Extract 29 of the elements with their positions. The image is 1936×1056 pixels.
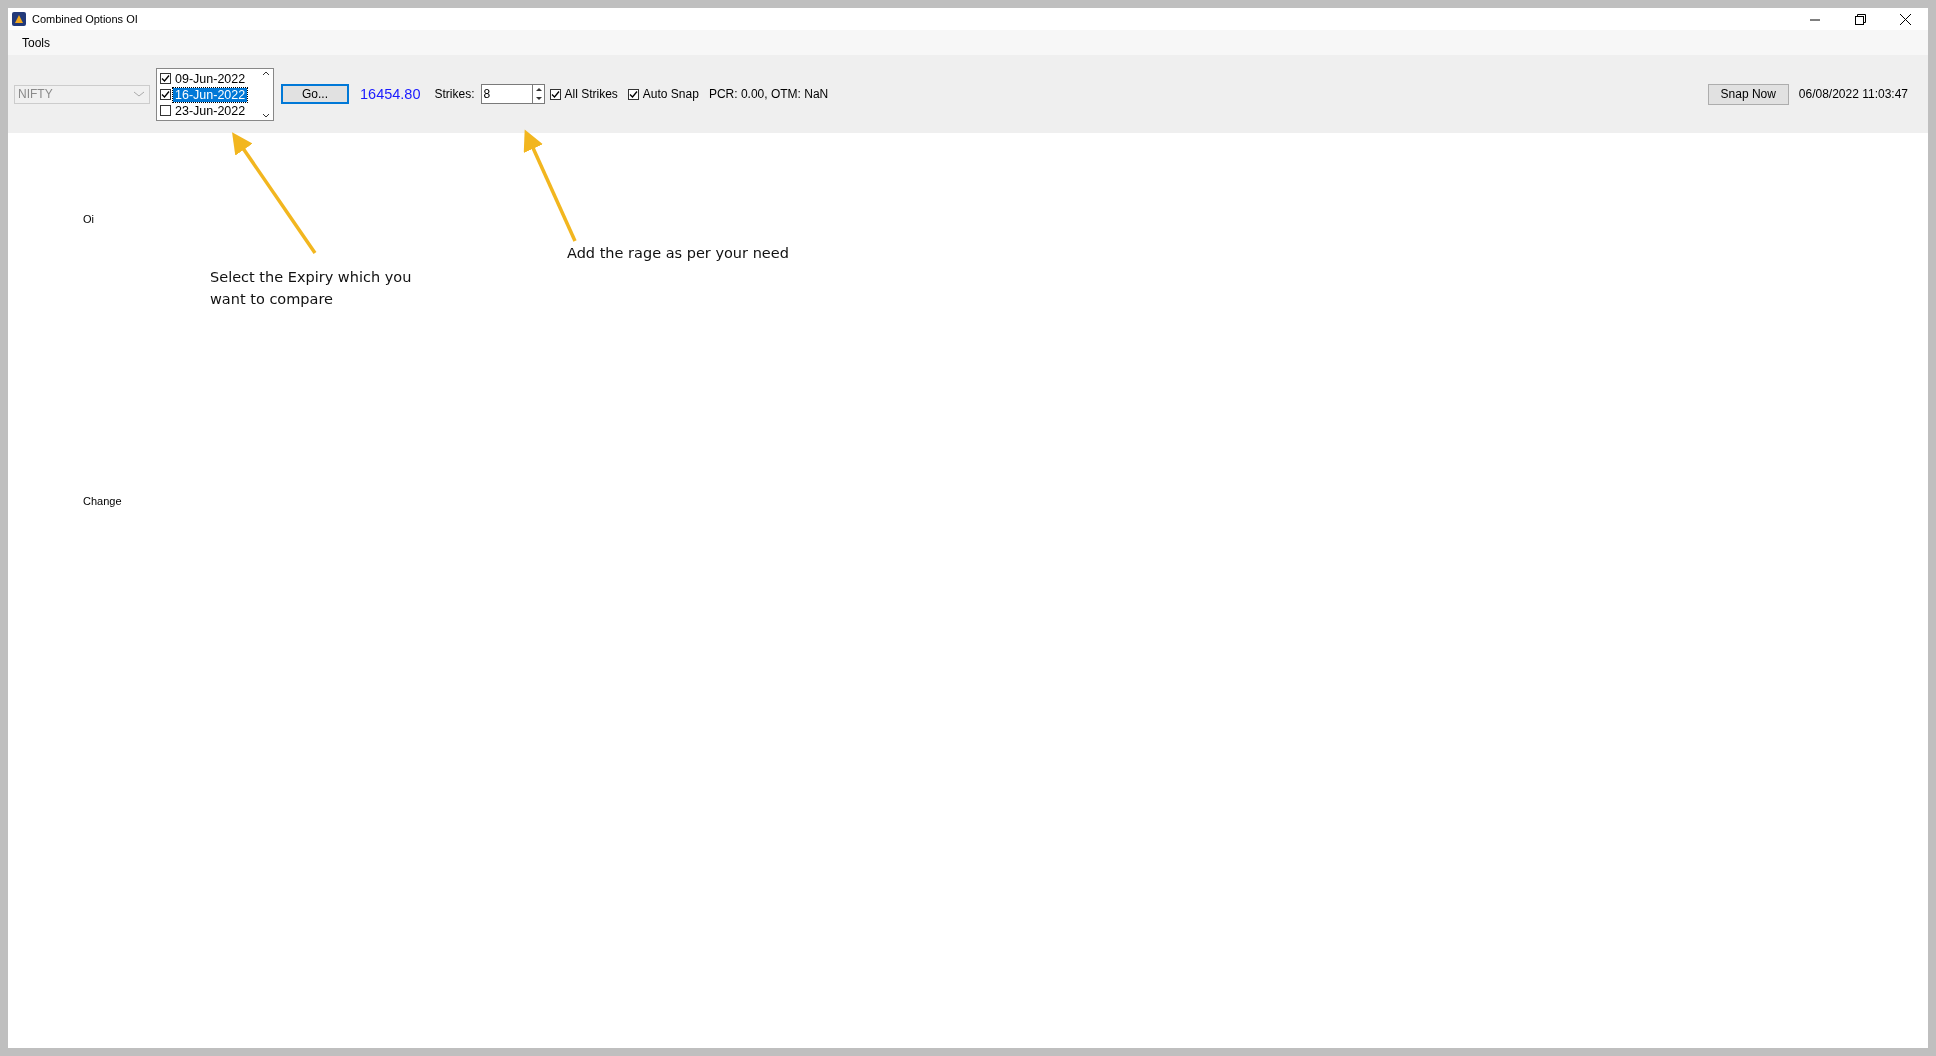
expiry-item[interactable]: 09-Jun-2022 xyxy=(173,71,248,86)
expiry-list[interactable]: 09-Jun-2022 16-Jun-2022 23-Jun-2022 xyxy=(156,67,274,121)
expiry-item[interactable]: 16-Jun-2022 xyxy=(173,87,248,102)
strikes-field[interactable]: 8 xyxy=(480,84,532,104)
timestamp: 06/08/2022 11:03:47 xyxy=(1798,87,1908,101)
checkbox[interactable] xyxy=(549,88,561,100)
checkbox[interactable] xyxy=(627,88,639,100)
panel-label: Change xyxy=(83,495,123,507)
restore-icon[interactable] xyxy=(1855,13,1866,25)
snap-now-button[interactable]: Snap Now xyxy=(1707,83,1789,105)
menu-item[interactable]: Tools xyxy=(18,35,54,50)
checkbox[interactable] xyxy=(160,89,171,100)
price-value: 16454.80 xyxy=(360,86,421,102)
scroll-down-icon[interactable] xyxy=(262,112,270,118)
strikes-label: Strikes: xyxy=(434,87,475,101)
annotation-text: Add the rage as per your need xyxy=(567,244,790,263)
window-title: Combined Options OI xyxy=(32,13,138,25)
panel-label: Oi xyxy=(83,213,95,225)
app-logo-icon xyxy=(12,12,26,26)
scroll-up-icon[interactable] xyxy=(262,70,270,76)
expiry-item[interactable]: 23-Jun-2022 xyxy=(173,103,248,118)
checkbox[interactable] xyxy=(160,105,171,116)
checkbox[interactable] xyxy=(160,73,171,84)
checkbox-label: All Strikes xyxy=(564,87,618,101)
go-button[interactable]: Go... xyxy=(281,84,349,104)
checkbox-label: Auto Snap xyxy=(642,87,699,101)
stats-text: PCR: 0.00, OTM: NaN xyxy=(708,87,829,101)
close-icon[interactable] xyxy=(1900,13,1911,25)
annotation-text: Select the Expiry which you want to compare xyxy=(210,268,413,309)
